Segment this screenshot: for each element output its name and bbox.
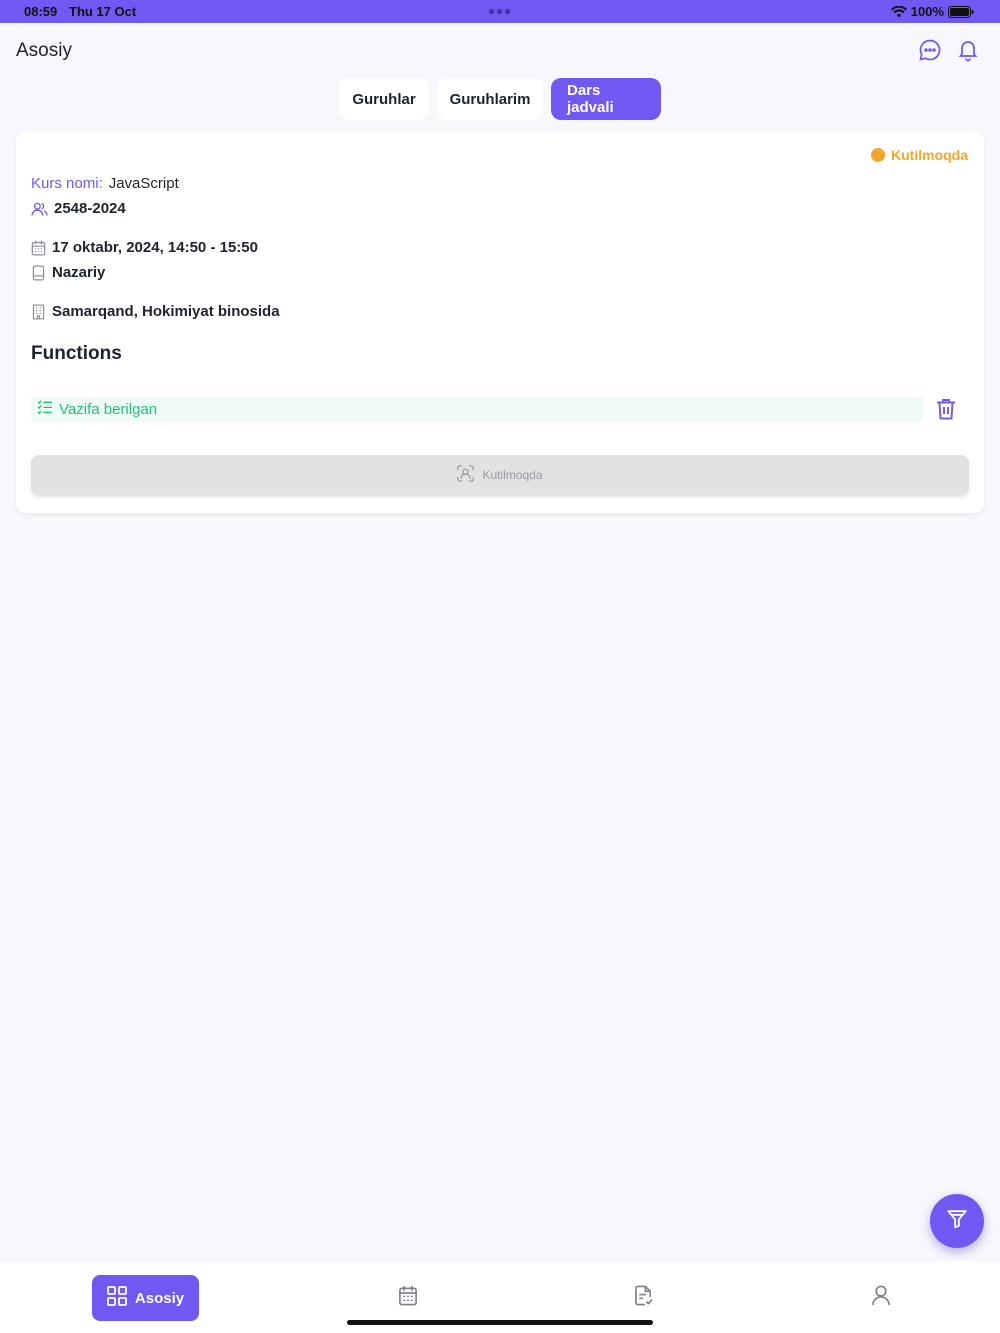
datetime-row: 17 oktabr, 2024, 14:50 - 15:50 [31,239,258,256]
filter-icon [946,1208,968,1235]
grid-icon [106,1286,127,1310]
tab-dars-jadvali[interactable]: Dars jadvali [551,78,661,120]
calendar-icon [31,240,46,256]
battery-icon [948,5,974,18]
page-title: Asosiy [16,40,72,61]
wifi-icon [890,5,907,18]
face-scan-icon [457,465,475,485]
nav-profile[interactable] [861,1275,901,1321]
status-text: Kutilmoqda [891,147,968,163]
app-header: Asosiy [0,23,1000,78]
nav-tasks[interactable] [624,1275,664,1321]
trash-icon[interactable] [936,398,956,425]
chat-icon[interactable] [918,38,942,62]
status-badge: Kutilmoqda [871,147,968,163]
filter-button[interactable] [930,1194,984,1248]
status-dot-icon [871,148,885,162]
task-item[interactable]: Vazifa berilgan [31,397,923,421]
tab-guruhlar[interactable]: Guruhlar [339,78,429,120]
wait-button-label: Kutilmoqda [482,468,543,482]
building-icon [31,304,46,320]
multitask-dots[interactable] [489,9,510,14]
status-date: Thu 17 Oct [69,4,137,19]
course-row: Kurs nomi: JavaScript [31,175,179,192]
group-name: 2548-2024 [54,200,126,217]
lesson-type-row: Nazariy [31,264,105,281]
status-bar: 08:59 Thu 17 Oct 100% [0,0,1000,23]
status-right: 100% [890,4,974,19]
lesson-type: Nazariy [52,264,106,281]
status-time: 08:59 [24,4,58,19]
book-icon [31,264,46,281]
home-indicator [347,1320,653,1325]
battery-percent: 100% [910,4,944,19]
calendar-icon [398,1285,418,1311]
user-icon [871,1285,891,1311]
course-name: JavaScript [108,175,179,192]
tab-bar: Guruhlar Guruhlarim Dars jadvali [0,78,1000,120]
wait-button[interactable]: Kutilmoqda [31,455,969,495]
location-row: Samarqand, Hokimiyat binosida [31,303,280,320]
nav-home[interactable]: Asosiy [92,1275,199,1321]
lesson-card[interactable]: Kutilmoqda Kurs nomi: JavaScript 2548-20… [16,131,984,513]
bell-icon[interactable] [956,38,980,62]
header-actions [918,38,980,62]
checklist-icon [37,400,53,418]
document-check-icon [634,1285,654,1311]
tab-guruhlarim[interactable]: Guruhlarim [437,78,543,120]
lesson-datetime: 17 oktabr, 2024, 14:50 - 15:50 [52,239,258,256]
task-label: Vazifa berilgan [59,400,158,418]
course-label: Kurs nomi: [31,175,103,192]
group-row: 2548-2024 [31,200,126,217]
lesson-location: Samarqand, Hokimiyat binosida [52,303,280,320]
nav-calendar[interactable] [388,1275,428,1321]
nav-home-label: Asosiy [134,1289,185,1307]
users-icon [31,201,48,217]
functions-title: Functions [31,343,122,364]
